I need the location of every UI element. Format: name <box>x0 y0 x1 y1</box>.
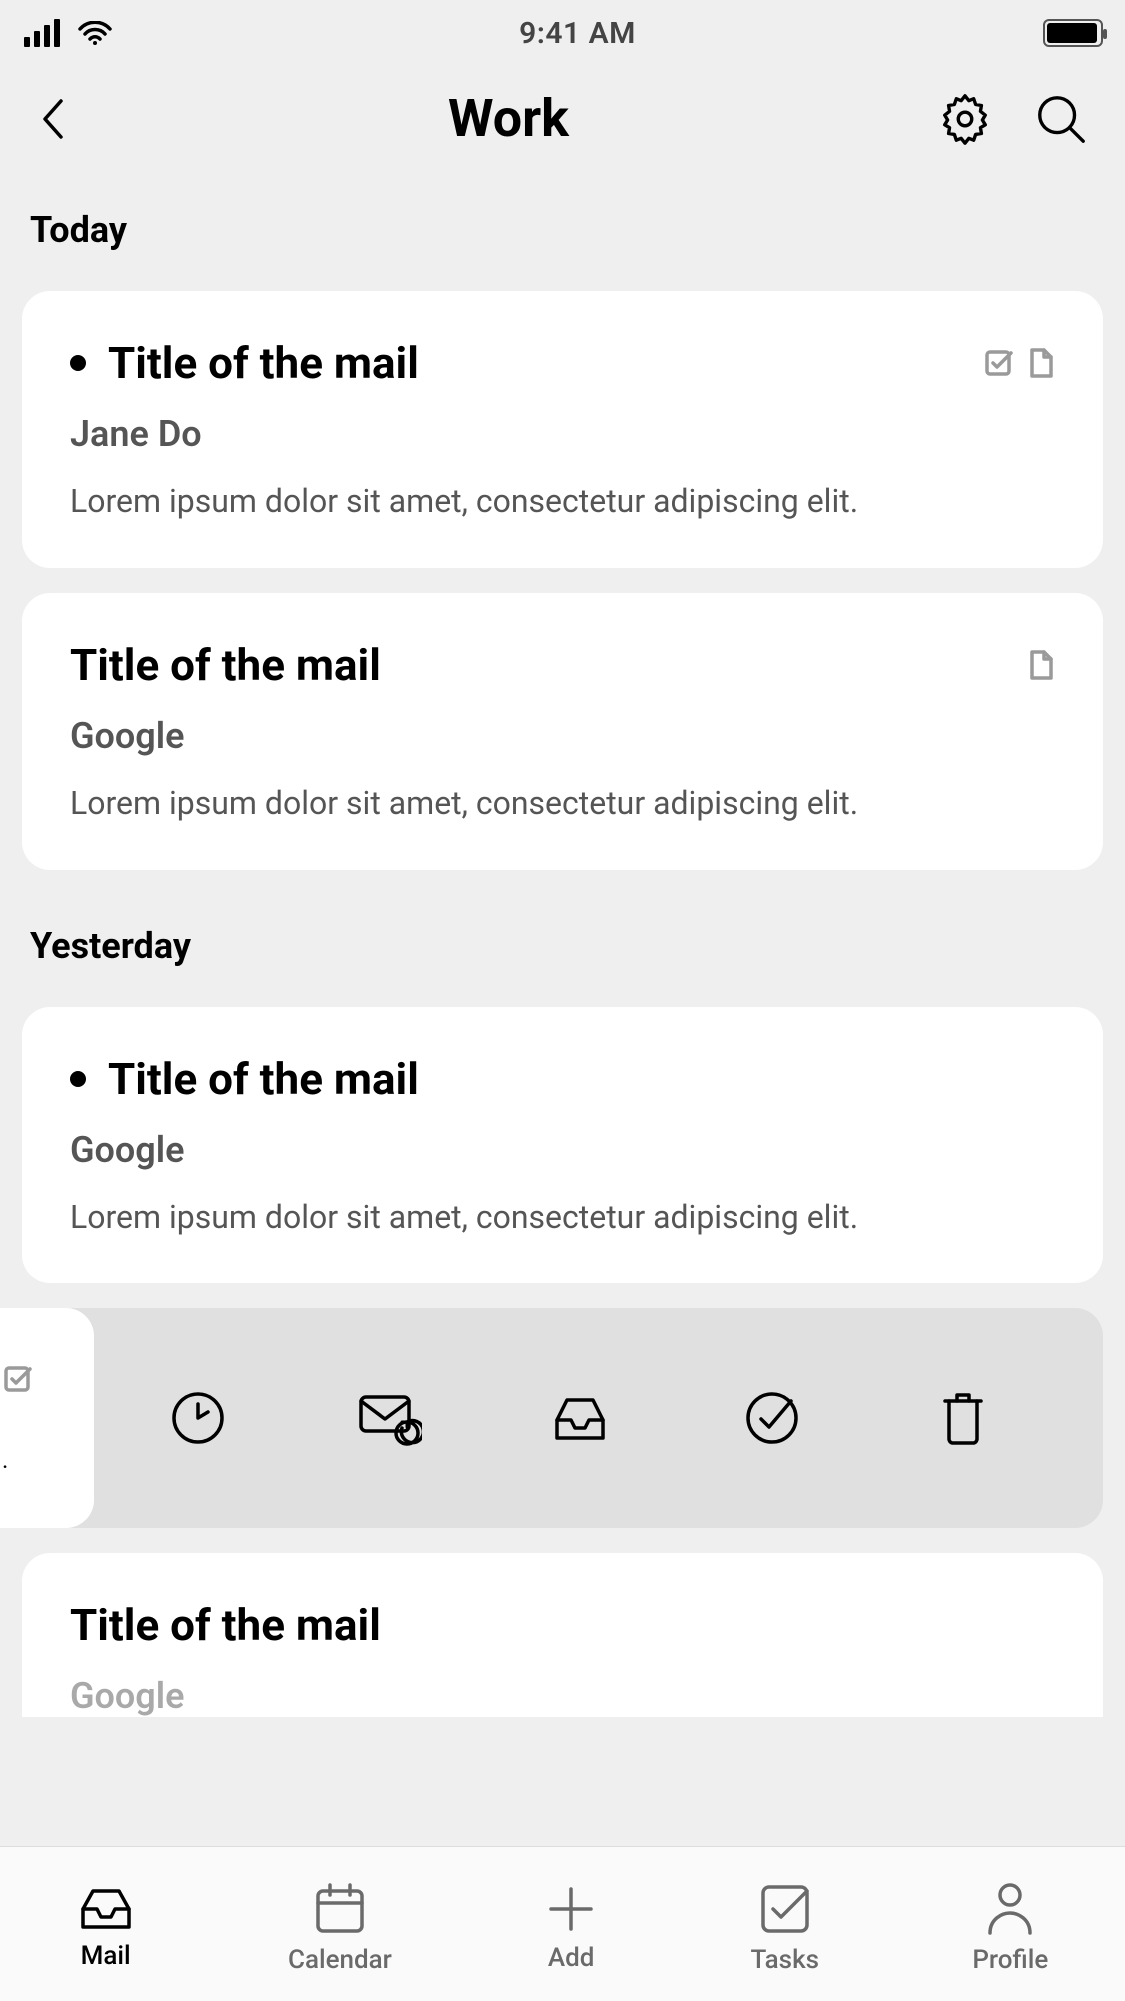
mail-sender: Google <box>70 1129 1055 1171</box>
preview-dot: . <box>2 1448 8 1472</box>
mail-item[interactable]: Title of the mail Google Lorem ipsum dol… <box>22 1007 1103 1284</box>
mail-item[interactable]: Title of the mail Google <box>22 1553 1103 1717</box>
snooze-button[interactable] <box>163 1383 233 1453</box>
tab-label: Profile <box>972 1945 1048 1975</box>
mail-title: Title of the mail <box>108 1053 1055 1105</box>
swipe-actions <box>22 1308 1103 1528</box>
mail-item[interactable]: Title of the mail Google Lorem ipsum dol… <box>22 593 1103 870</box>
tab-label: Calendar <box>288 1945 392 1975</box>
mail-sender: Jane Do <box>70 413 1055 455</box>
tab-add[interactable]: Add <box>545 1883 597 1973</box>
tab-label: Add <box>548 1943 595 1973</box>
tab-bar: Mail Calendar Add Tasks Profile <box>0 1846 1125 2001</box>
section-heading-today: Today <box>0 179 1125 291</box>
status-time: 9:41 AM <box>519 16 636 51</box>
mail-title: Title of the mail <box>70 1599 1055 1651</box>
mail-preview: Lorem ipsum dolor sit amet, consectetur … <box>70 479 1055 524</box>
nav-header: Work <box>0 58 1125 179</box>
delete-button[interactable] <box>928 1383 998 1453</box>
task-icon <box>2 1364 32 1398</box>
mail-sender: Google <box>70 1675 1055 1717</box>
wifi-icon <box>78 21 112 47</box>
attachment-icon <box>1027 649 1055 681</box>
mail-indicators <box>983 347 1055 379</box>
unread-dot-icon <box>70 355 86 371</box>
mail-item[interactable]: Title of the mail Jane Do Lorem ipsum do… <box>22 291 1103 568</box>
page-title: Work <box>100 88 917 149</box>
battery-icon <box>1043 19 1103 47</box>
status-right <box>1043 19 1103 47</box>
tab-mail[interactable]: Mail <box>77 1885 135 1971</box>
search-button[interactable] <box>1033 91 1089 147</box>
mail-sender: Google <box>70 715 1055 757</box>
archive-button[interactable] <box>545 1383 615 1453</box>
tab-calendar[interactable]: Calendar <box>288 1881 392 1975</box>
tab-profile[interactable]: Profile <box>972 1881 1048 1975</box>
reply-later-button[interactable] <box>354 1383 424 1453</box>
nav-actions <box>937 91 1089 147</box>
unread-dot-icon <box>70 1071 86 1087</box>
section-heading-yesterday: Yesterday <box>0 895 1125 1007</box>
tab-tasks[interactable]: Tasks <box>751 1881 820 1975</box>
attachment-icon <box>1027 347 1055 379</box>
mail-item-sliver[interactable]: . <box>0 1308 94 1528</box>
mark-done-button[interactable] <box>737 1383 807 1453</box>
mail-preview: Lorem ipsum dolor sit amet, consectetur … <box>70 1195 1055 1240</box>
mail-preview: Lorem ipsum dolor sit amet, consectetur … <box>70 781 1055 826</box>
tab-label: Tasks <box>751 1945 820 1975</box>
status-left <box>24 19 112 47</box>
mail-title: Title of the mail <box>108 337 983 389</box>
settings-button[interactable] <box>937 91 993 147</box>
task-icon <box>983 348 1013 378</box>
back-button[interactable] <box>30 91 80 147</box>
tab-label: Mail <box>81 1941 131 1971</box>
status-bar: 9:41 AM <box>0 0 1125 58</box>
mail-indicators <box>1027 649 1055 681</box>
mail-item-swiped[interactable]: . <box>22 1308 1103 1528</box>
signal-icon <box>24 19 60 47</box>
mail-title: Title of the mail <box>70 639 1027 691</box>
